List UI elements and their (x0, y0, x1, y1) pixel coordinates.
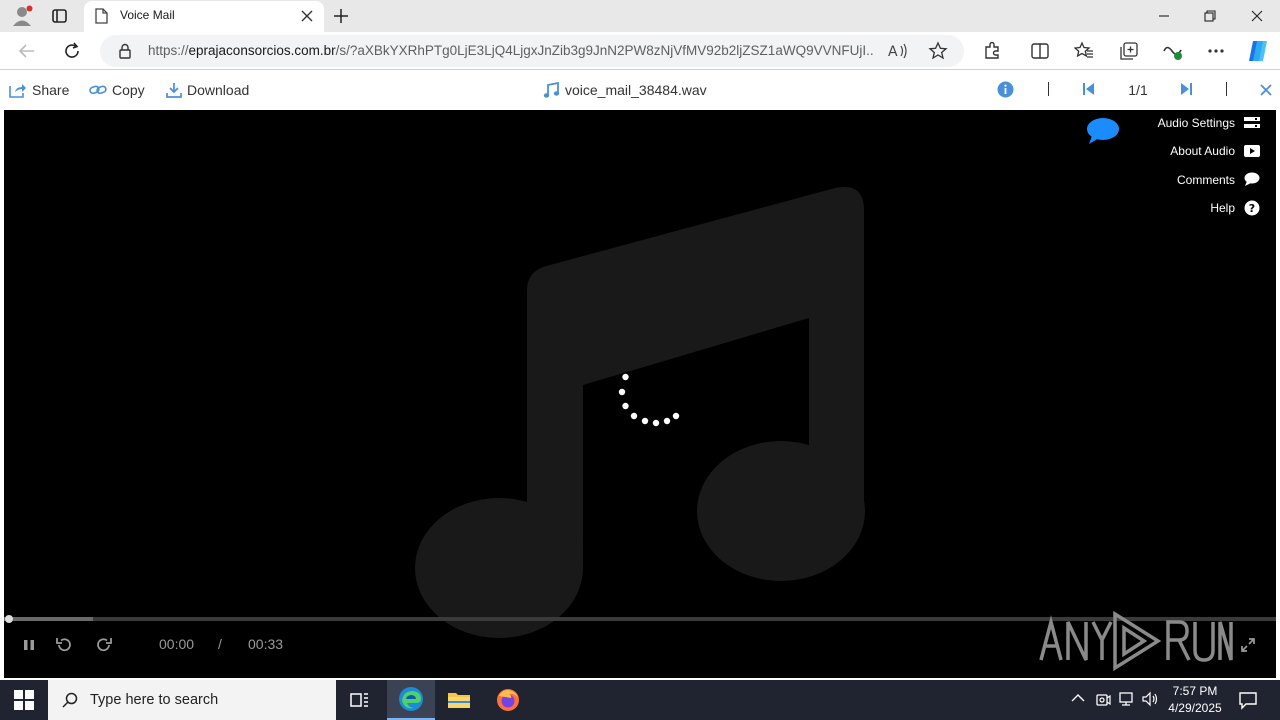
seek-bar-buffered (4, 617, 93, 621)
help-circle-icon: ? (1244, 200, 1260, 216)
task-view-icon[interactable] (336, 680, 384, 720)
chat-bubble-icon[interactable] (1086, 117, 1120, 145)
toolbar-divider (1048, 82, 1049, 96)
audio-settings-label: Audio Settings (1157, 116, 1235, 130)
time-separator: / (218, 636, 222, 652)
url-path: /s/?aXBkYXRhPTg0LjE3LjQ4LjgxJnZib3g9JnN2… (335, 43, 873, 58)
search-placeholder: Type here to search (90, 692, 219, 708)
tab-actions-icon[interactable] (50, 6, 70, 26)
more-options-icon[interactable] (1207, 48, 1225, 54)
play-box-icon (1244, 144, 1260, 158)
new-tab-icon[interactable] (332, 7, 350, 25)
music-note-icon (543, 81, 560, 99)
tab-title: Voice Mail (120, 8, 175, 22)
file-name-label: voice_mail_38484.wav (565, 82, 707, 98)
share-button[interactable]: Share (9, 70, 69, 110)
read-aloud-icon[interactable]: A (888, 42, 908, 60)
share-icon (9, 82, 27, 98)
extensions-icon[interactable] (982, 41, 1002, 61)
browser-essentials-icon[interactable] (1162, 41, 1184, 61)
windows-start-icon[interactable] (14, 690, 34, 710)
network-icon[interactable] (1118, 691, 1136, 707)
favorite-star-icon[interactable] (928, 41, 948, 61)
tab-close-icon[interactable] (301, 10, 313, 22)
lock-icon[interactable] (118, 43, 132, 59)
profile-avatar-icon[interactable] (10, 4, 34, 28)
comments-menu-item[interactable]: Comments (1177, 172, 1260, 187)
taskbar-file-explorer-app[interactable] (435, 680, 483, 720)
close-window-button[interactable] (1234, 0, 1280, 32)
split-screen-icon[interactable] (1030, 41, 1050, 61)
next-file-icon[interactable] (1180, 82, 1193, 96)
page-counter: 1/1 (1128, 82, 1148, 98)
help-menu-item[interactable]: Help ? (1210, 200, 1260, 216)
search-icon (62, 692, 78, 708)
copy-label: Copy (112, 82, 145, 98)
info-icon[interactable] (997, 81, 1014, 98)
copilot-icon[interactable] (1245, 39, 1271, 63)
clock-date: 4/29/2025 (1168, 701, 1222, 715)
page-icon (95, 8, 108, 24)
svg-text:A: A (888, 44, 898, 60)
rewind-icon[interactable] (55, 636, 73, 654)
loading-spinner (610, 366, 690, 430)
taskbar-edge-app[interactable] (387, 680, 435, 720)
previous-file-icon[interactable] (1082, 82, 1095, 96)
taskbar-search-box[interactable]: Type here to search (48, 680, 336, 720)
download-label: Download (187, 82, 250, 98)
pause-icon[interactable] (23, 639, 35, 651)
notifications-icon[interactable] (1238, 690, 1258, 710)
anyrun-watermark-logo (1038, 608, 1234, 672)
url-prefix: https:// (148, 43, 189, 58)
edge-browser-icon (398, 686, 424, 712)
help-label: Help (1210, 201, 1235, 215)
comment-bubble-icon (1244, 172, 1260, 187)
fullscreen-icon[interactable] (1240, 637, 1256, 653)
folder-icon (447, 690, 471, 710)
settings-bars-icon (1244, 116, 1260, 130)
back-icon[interactable] (18, 42, 36, 60)
taskbar-firefox-app[interactable] (484, 680, 532, 720)
minimize-button[interactable] (1141, 0, 1187, 32)
collections-icon[interactable] (1119, 41, 1139, 61)
clock-time: 7:57 PM (1172, 684, 1218, 698)
favorites-icon[interactable] (1074, 41, 1094, 61)
volume-icon[interactable] (1142, 691, 1160, 707)
file-name: voice_mail_38484.wav (543, 70, 707, 110)
meet-now-icon[interactable] (1095, 691, 1111, 707)
url-domain: eprajaconsorcios.com.br (188, 43, 336, 58)
restore-button[interactable] (1187, 0, 1233, 32)
download-icon (166, 82, 182, 98)
current-time: 00:00 (159, 636, 195, 652)
taskbar-clock[interactable]: 7:57 PM 4/29/2025 (1160, 683, 1230, 717)
refresh-icon[interactable] (62, 41, 82, 61)
toolbar-divider (1226, 82, 1227, 96)
copy-button[interactable]: Copy (89, 70, 145, 110)
audio-settings-menu-item[interactable]: Audio Settings (1158, 116, 1260, 130)
duration: 00:33 (248, 636, 284, 652)
download-button[interactable]: Download (166, 70, 249, 110)
about-audio-menu-item[interactable]: About Audio (1170, 144, 1260, 158)
comments-label: Comments (1176, 172, 1235, 187)
about-audio-label: About Audio (1170, 144, 1235, 158)
show-hidden-icons-chevron[interactable] (1071, 693, 1085, 703)
forward-icon[interactable] (95, 636, 113, 654)
seek-handle[interactable] (5, 615, 13, 623)
share-label: Share (32, 82, 70, 98)
url-text[interactable]: https://eprajaconsorcios.com.br/s/?aXBkY… (148, 43, 873, 58)
firefox-icon (496, 688, 520, 712)
close-viewer-icon[interactable] (1260, 84, 1272, 96)
link-icon (89, 83, 107, 97)
svg-text:?: ? (1249, 202, 1255, 215)
